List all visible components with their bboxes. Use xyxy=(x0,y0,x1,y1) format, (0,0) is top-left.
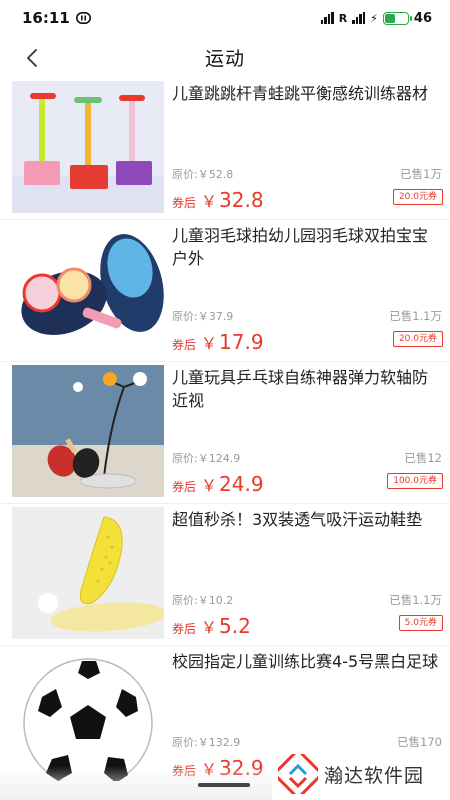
currency-symbol: ￥ xyxy=(201,334,218,353)
product-title[interactable]: 超值秒杀！3双装透气吸汗运动鞋垫 xyxy=(172,508,442,531)
final-price: 32.8 xyxy=(219,188,264,212)
original-price: 原价:￥52.8 xyxy=(172,168,234,181)
badminton-racket-image xyxy=(12,223,164,355)
product-image[interactable] xyxy=(12,507,164,639)
sold-count: 已售12 xyxy=(404,451,442,465)
product-title[interactable]: 儿童羽毛球拍幼儿园羽毛球双拍宝宝户外 xyxy=(172,224,442,270)
price-row: 券后 ￥ 17.9 xyxy=(172,330,264,354)
watermark: 瀚达软件园 xyxy=(272,748,450,800)
sold-count: 已售1.1万 xyxy=(389,593,442,607)
product-title[interactable]: 校园指定儿童训练比赛4-5号黑白足球 xyxy=(172,650,442,673)
coupon-badge[interactable]: 5.0元券 xyxy=(398,615,443,631)
product-card[interactable]: 超值秒杀！3双装透气吸汗运动鞋垫 原价:￥10.2 已售1.1万 券后 ￥ 5.… xyxy=(0,504,450,646)
charging-icon: ⚡ xyxy=(370,11,378,25)
product-card[interactable]: 儿童跳跳杆青蛙跳平衡感统训练器材 原价:￥52.8 已售1万 券后 ￥ 32.8… xyxy=(0,78,450,220)
product-image[interactable] xyxy=(12,223,164,355)
soccer-ball-image xyxy=(12,649,164,781)
original-price: 原价:￥37.9 xyxy=(172,310,234,323)
battery-icon xyxy=(382,11,412,25)
original-price: 原价:￥10.2 xyxy=(172,594,234,607)
signal-icon-2 xyxy=(352,12,366,24)
product-title[interactable]: 儿童玩具乒乓球自练神器弹力软轴防近视 xyxy=(172,366,442,412)
product-list: 儿童跳跳杆青蛙跳平衡感统训练器材 原价:￥52.8 已售1万 券后 ￥ 32.8… xyxy=(0,78,450,788)
original-price: 原价:￥132.9 xyxy=(172,736,241,749)
currency-symbol: ￥ xyxy=(201,618,218,637)
currency-symbol: ￥ xyxy=(201,476,218,495)
status-bar: 16:11 R ⚡ 46 xyxy=(0,0,450,36)
table-tennis-trainer-image xyxy=(12,365,164,497)
after-coupon-label: 券后 xyxy=(172,338,197,352)
product-image[interactable] xyxy=(12,365,164,497)
pogo-jumper-image xyxy=(12,81,164,213)
watermark-text: 瀚达软件园 xyxy=(324,764,425,787)
original-price: 原价:￥124.9 xyxy=(172,452,241,465)
price-row: 券后 ￥ 24.9 xyxy=(172,472,264,496)
product-card[interactable]: 儿童羽毛球拍幼儿园羽毛球双拍宝宝户外 原价:￥37.9 已售1.1万 券后 ￥ … xyxy=(0,220,450,362)
coupon-badge[interactable]: 20.0元券 xyxy=(392,189,443,205)
nfc-icon: R xyxy=(338,11,348,25)
back-button[interactable] xyxy=(18,44,46,72)
clock: 16:11 xyxy=(22,9,70,27)
watermark-logo-icon xyxy=(278,754,318,794)
product-image[interactable] xyxy=(12,81,164,213)
sold-count: 已售1.1万 xyxy=(389,309,442,323)
home-indicator[interactable] xyxy=(198,783,250,787)
battery-percent: 46 xyxy=(413,10,432,26)
after-coupon-label: 券后 xyxy=(172,480,197,494)
price-row: 券后 ￥ 5.2 xyxy=(172,614,251,638)
after-coupon-label: 券后 xyxy=(172,196,197,210)
product-card[interactable]: 儿童玩具乒乓球自练神器弹力软轴防近视 原价:￥124.9 已售12 券后 ￥ 2… xyxy=(0,362,450,504)
final-price: 17.9 xyxy=(219,330,264,354)
chevron-left-icon xyxy=(27,49,37,67)
page-title: 运动 xyxy=(204,47,245,70)
product-title[interactable]: 儿童跳跳杆青蛙跳平衡感统训练器材 xyxy=(172,82,442,105)
price-row: 券后 ￥ 32.8 xyxy=(172,188,264,212)
currency-symbol: ￥ xyxy=(201,192,218,211)
after-coupon-label: 券后 xyxy=(172,622,197,636)
product-image[interactable] xyxy=(12,649,164,781)
signal-icon xyxy=(320,12,334,24)
final-price: 5.2 xyxy=(219,614,251,638)
final-price: 24.9 xyxy=(219,472,264,496)
sold-count: 已售1万 xyxy=(400,167,442,181)
app-notification-icon xyxy=(75,12,91,24)
coupon-badge[interactable]: 100.0元券 xyxy=(387,473,443,489)
insole-image xyxy=(12,507,164,639)
nav-bar: 运动 xyxy=(0,36,450,78)
coupon-badge[interactable]: 20.0元券 xyxy=(392,331,443,347)
